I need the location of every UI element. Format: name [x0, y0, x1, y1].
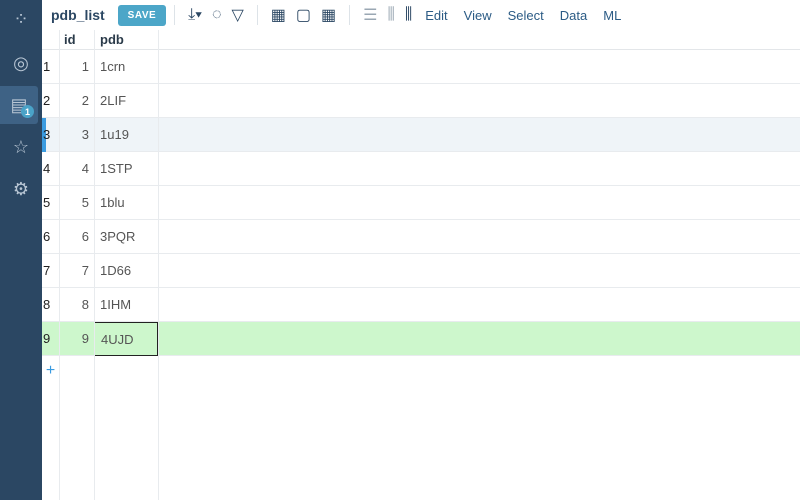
- toolbar: pdb_list SAVE ⤓▾ ◌ ▽ ▦ ▢ ▦ ☰ ⫼ ⫼ Edit Vi…: [42, 0, 800, 30]
- menu-edit[interactable]: Edit: [425, 8, 447, 23]
- table-row[interactable]: 1 1 1crn: [42, 50, 800, 84]
- table-row[interactable]: 5 5 1blu: [42, 186, 800, 220]
- table-row[interactable]: 2 2 2LIF: [42, 84, 800, 118]
- columns-icon[interactable]: ⫼: [388, 6, 395, 24]
- row-number[interactable]: 7: [42, 254, 59, 288]
- table-row[interactable]: 9 9 4UJD: [42, 322, 800, 356]
- row-number[interactable]: 1: [42, 50, 59, 84]
- layout-grid-icon[interactable]: ▦: [271, 5, 286, 25]
- layout-grid-empty-icon[interactable]: ▢: [296, 5, 311, 25]
- table-row[interactable]: 3 3 1u19: [42, 118, 800, 152]
- cell-pdb[interactable]: 4UJD: [94, 322, 158, 356]
- row-number[interactable]: 9: [42, 322, 59, 356]
- save-button[interactable]: SAVE: [117, 4, 167, 26]
- table-row[interactable]: 7 7 1D66: [42, 254, 800, 288]
- cell-pdb[interactable]: 1IHM: [94, 288, 158, 322]
- menu-data[interactable]: Data: [560, 8, 587, 23]
- menu-ml[interactable]: ML: [603, 8, 621, 23]
- cell-pdb[interactable]: 1STP: [94, 152, 158, 186]
- rows-icon[interactable]: ☰: [363, 5, 377, 25]
- columns-add-icon[interactable]: ⫼: [405, 6, 412, 24]
- tables-badge: 1: [21, 105, 34, 118]
- divider: [256, 5, 258, 25]
- cell-id[interactable]: 8: [59, 288, 94, 322]
- row-number[interactable]: 3: [42, 118, 59, 152]
- layout-grid-mixed-icon[interactable]: ▦: [321, 5, 336, 25]
- divider: [174, 5, 176, 25]
- table-title: pdb_list: [51, 7, 105, 23]
- cell-pdb[interactable]: 1crn: [94, 50, 158, 84]
- cell-id[interactable]: 3: [59, 118, 94, 152]
- cell-id[interactable]: 2: [59, 84, 94, 118]
- table-row[interactable]: 6 6 3PQR: [42, 220, 800, 254]
- compass-icon[interactable]: ◎: [0, 44, 42, 82]
- divider: [349, 5, 351, 25]
- tables-icon[interactable]: ▤ 1: [0, 86, 38, 124]
- row-number[interactable]: 5: [42, 186, 59, 220]
- data-grid[interactable]: id pdb 1 1 1crn 2 2 2LIF 3 3 1u19 4 4 1STP 5 5 1blu 6 6 3…: [42, 30, 800, 500]
- row-number[interactable]: 6: [42, 220, 59, 254]
- cell-pdb[interactable]: 1blu: [94, 186, 158, 220]
- cell-id[interactable]: 1: [59, 50, 94, 84]
- settings-icon[interactable]: ⚙: [0, 170, 42, 208]
- row-number[interactable]: 4: [42, 152, 59, 186]
- row-number[interactable]: 2: [42, 84, 59, 118]
- star-icon[interactable]: ☆: [0, 128, 42, 166]
- cell-pdb[interactable]: 1u19: [94, 118, 158, 152]
- cell-id[interactable]: 7: [59, 254, 94, 288]
- sidebar: ⁘ ◎ ▤ 1 ☆ ⚙: [0, 0, 42, 500]
- table-row[interactable]: 4 4 1STP: [42, 152, 800, 186]
- cell-pdb[interactable]: 1D66: [94, 254, 158, 288]
- logo-icon[interactable]: ⁘: [0, 0, 42, 38]
- header-row: id pdb: [42, 30, 800, 50]
- column-header-pdb[interactable]: pdb: [100, 32, 124, 47]
- cell-id[interactable]: 5: [59, 186, 94, 220]
- cell-id[interactable]: 6: [59, 220, 94, 254]
- row-number[interactable]: 8: [42, 288, 59, 322]
- menu-view[interactable]: View: [464, 8, 492, 23]
- divider: [158, 30, 159, 500]
- cell-pdb[interactable]: 3PQR: [94, 220, 158, 254]
- divider: [94, 30, 95, 500]
- cell-id[interactable]: 9: [59, 322, 94, 356]
- refresh-icon[interactable]: ◌: [212, 6, 222, 24]
- table-row[interactable]: 8 8 1IHM: [42, 288, 800, 322]
- column-header-id[interactable]: id: [64, 32, 76, 47]
- download-icon[interactable]: ⤓▾: [188, 6, 202, 24]
- menu-select[interactable]: Select: [508, 8, 544, 23]
- filter-icon[interactable]: ▽: [231, 5, 243, 25]
- cell-pdb[interactable]: 2LIF: [94, 84, 158, 118]
- divider: [59, 30, 60, 500]
- add-row-button[interactable]: +: [42, 362, 59, 380]
- cell-id[interactable]: 4: [59, 152, 94, 186]
